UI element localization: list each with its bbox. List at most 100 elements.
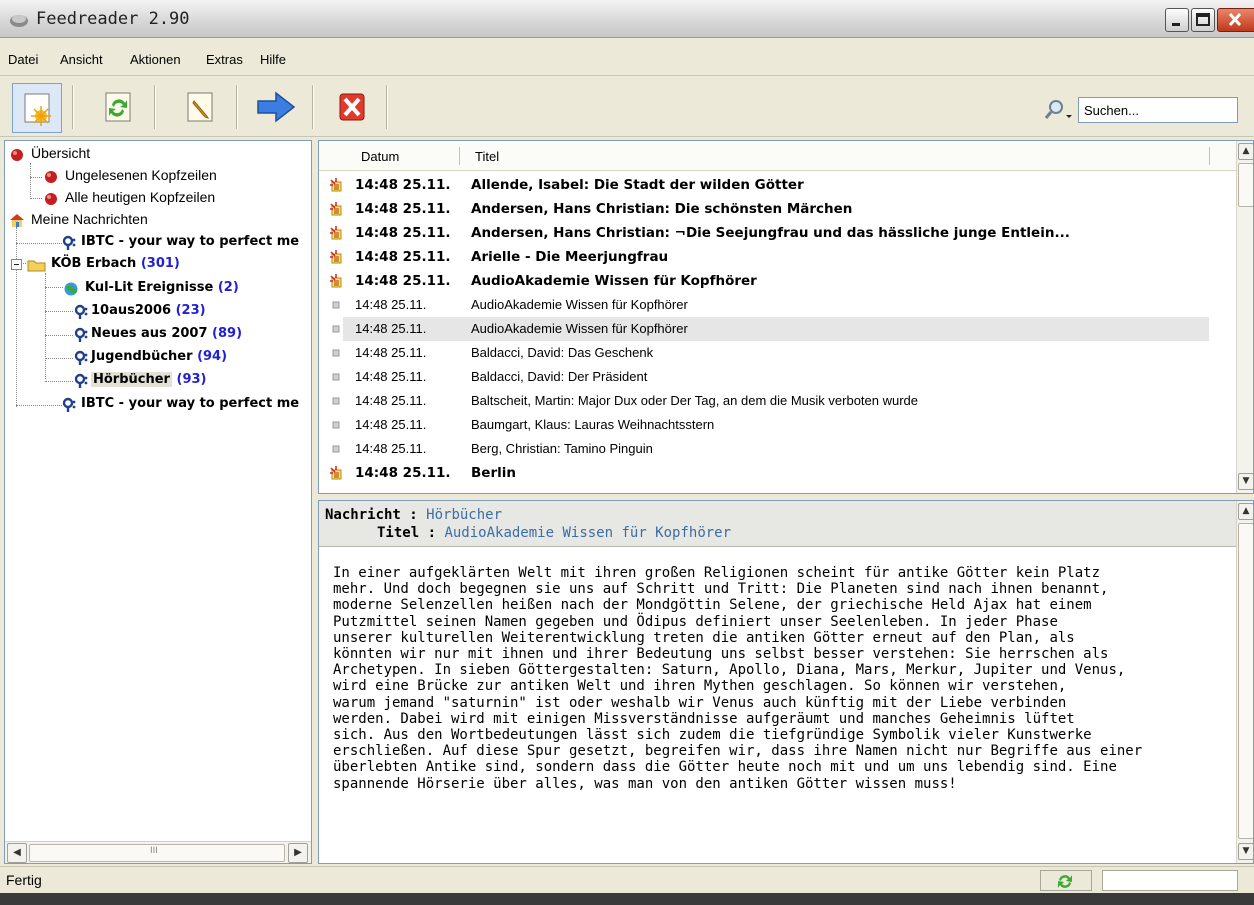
row-date: 14:48 25.11. (355, 201, 451, 217)
delete-button[interactable] (328, 83, 378, 133)
refresh-button[interactable] (94, 83, 144, 133)
table-row[interactable]: 14:48 25.11. Allende, Isabel: Die Stadt d… (319, 173, 1237, 197)
table-row[interactable]: 14:48 25.11. Baumgart, Klaus: Lauras Weih… (319, 413, 1237, 437)
table-row[interactable]: 14:48 25.11. Andersen, Hans Christian: Di… (319, 197, 1237, 221)
collapse-icon[interactable] (11, 259, 22, 270)
table-row[interactable]: 14:48 25.11. Arielle - Die Meerjungfrau (319, 245, 1237, 269)
menu-datei[interactable]: Datei (8, 52, 38, 67)
aus2006-name: 10aus2006 (91, 303, 172, 318)
feed-icon (74, 350, 88, 365)
detail-vertical-scrollbar[interactable]: ▲ ▼ (1236, 501, 1253, 863)
tree-label: Kul-Lit Ereignisse (2) (85, 280, 239, 295)
column-header-title[interactable]: Titel (475, 149, 499, 164)
scroll-thumb[interactable]: III (29, 844, 285, 862)
overview-icon (11, 149, 23, 161)
search-input[interactable] (1078, 97, 1238, 123)
row-title: Baldacci, David: Der Präsident (471, 369, 648, 384)
row-date: 14:48 25.11. (355, 249, 451, 265)
overview-icon (45, 171, 57, 183)
tree-label: Hörbücher (93) (91, 372, 207, 387)
row-date: 14:48 25.11. (355, 297, 427, 312)
close-button[interactable] (1217, 8, 1254, 32)
read-item-icon (332, 349, 340, 357)
minimize-button[interactable] (1165, 8, 1189, 32)
scroll-up-button[interactable]: ▲ (1238, 143, 1253, 160)
tree-label: Meine Nachrichten (31, 211, 148, 227)
table-row[interactable]: 14:48 25.11. Andersen, Hans Christian: ¬D… (319, 221, 1237, 245)
scroll-down-button[interactable]: ▼ (1238, 473, 1253, 490)
row-date: 14:48 25.11. (355, 177, 451, 193)
feed-icon (62, 397, 76, 412)
maximize-icon (1196, 13, 1210, 26)
search-icon[interactable] (1042, 97, 1074, 123)
row-title: Berg, Christian: Tamino Pinguin (471, 441, 653, 456)
menu-ansicht[interactable]: Ansicht (60, 52, 103, 67)
read-item-icon (332, 421, 340, 429)
arrow-right-icon (257, 91, 296, 123)
window-title: Feedreader 2.90 (36, 9, 190, 29)
refresh-icon (105, 92, 131, 122)
row-title: Andersen, Hans Christian: ¬Die Seejungfr… (471, 225, 1070, 241)
read-item-icon (332, 445, 340, 453)
message-label: Nachricht : (325, 507, 418, 523)
table-row[interactable]: 14:48 25.11. Baltscheit, Martin: Major Du… (319, 389, 1237, 413)
next-button[interactable] (252, 83, 302, 133)
feed-tree: Übersicht Ungelesenen Kopfzeilen Alle he… (4, 140, 312, 864)
table-row[interactable]: 14:48 25.11. Baldacci, David: Das Geschen… (319, 341, 1237, 365)
home-icon (10, 214, 24, 227)
table-row[interactable]: 14:48 25.11. AudioAkademie Wissen für Kop… (319, 293, 1237, 317)
table-row[interactable]: 14:48 25.11. Berg, Christian: Tamino Ping… (319, 437, 1237, 461)
new-feed-button[interactable] (12, 83, 62, 133)
overview-icon (45, 193, 57, 205)
scroll-down-button[interactable]: ▼ (1238, 843, 1253, 860)
row-title: AudioAkademie Wissen für Kopfhörer (471, 273, 757, 289)
feed-icon (62, 235, 76, 250)
menu-hilfe[interactable]: Hilfe (260, 52, 286, 67)
table-row[interactable]: 14:48 25.11. AudioAkademie Wissen für Kop… (319, 269, 1237, 293)
scroll-thumb[interactable] (1238, 163, 1253, 207)
menu-bar: Datei Ansicht Aktionen Extras Hilfe (0, 44, 1254, 76)
scroll-right-button[interactable]: ▶ (288, 843, 308, 863)
menu-aktionen[interactable]: Aktionen (130, 52, 181, 67)
table-row[interactable]: 14:48 25.11. Berlin (319, 461, 1237, 485)
unread-count: (93) (176, 372, 207, 387)
menu-extras[interactable]: Extras (206, 52, 243, 67)
minimize-icon (1172, 23, 1180, 26)
delete-icon (339, 93, 365, 121)
app-window: Feedreader 2.90 Datei Ansicht Aktionen E… (0, 0, 1254, 893)
row-date: 14:48 25.11. (355, 417, 427, 432)
toolbar-separator (236, 85, 238, 129)
status-bar: Fertig (0, 866, 1254, 893)
row-date: 14:48 25.11. (355, 225, 451, 241)
row-title: Andersen, Hans Christian: Die schönsten … (471, 201, 853, 217)
edit-button[interactable] (176, 83, 226, 133)
toolbar-separator (386, 85, 388, 129)
row-title: Baumgart, Klaus: Lauras Weihnachtsstern (471, 417, 715, 432)
scroll-thumb[interactable] (1238, 523, 1253, 839)
jugend-name: Jugendbücher (91, 349, 193, 364)
new-item-icon (330, 466, 342, 480)
pencil-icon (187, 92, 213, 122)
row-title: Berlin (471, 465, 516, 481)
read-item-icon (332, 397, 340, 405)
tree-label: Jugendbücher (94) (91, 349, 227, 364)
list-vertical-scrollbar[interactable]: ▲ ▼ (1236, 141, 1253, 493)
unread-count: (2) (217, 280, 239, 295)
tree-label: 10aus2006 (23) (91, 303, 206, 318)
table-row[interactable]: 14:48 25.11. AudioAkademie Wissen für Kop… (332, 317, 1209, 341)
title-bar[interactable]: Feedreader 2.90 (0, 0, 1254, 38)
row-date: 14:48 25.11. (355, 441, 427, 456)
column-header-date[interactable]: Datum (361, 149, 399, 164)
tree-horizontal-scrollbar[interactable]: ◀ III ▶ (5, 841, 311, 863)
scroll-up-button[interactable]: ▲ (1238, 503, 1253, 520)
new-item-icon (330, 226, 342, 240)
tree-label: KÖB Erbach (301) (51, 256, 180, 271)
kullit-name: Kul-Lit Ereignisse (85, 280, 214, 295)
scroll-left-button[interactable]: ◀ (7, 843, 27, 863)
maximize-button[interactable] (1191, 8, 1215, 32)
app-icon (10, 15, 28, 27)
new-item-icon (330, 178, 342, 192)
tree-label: Ungelesenen Kopfzeilen (65, 167, 217, 183)
feed-icon (74, 327, 88, 342)
table-row[interactable]: 14:48 25.11. Baldacci, David: Der Präside… (319, 365, 1237, 389)
